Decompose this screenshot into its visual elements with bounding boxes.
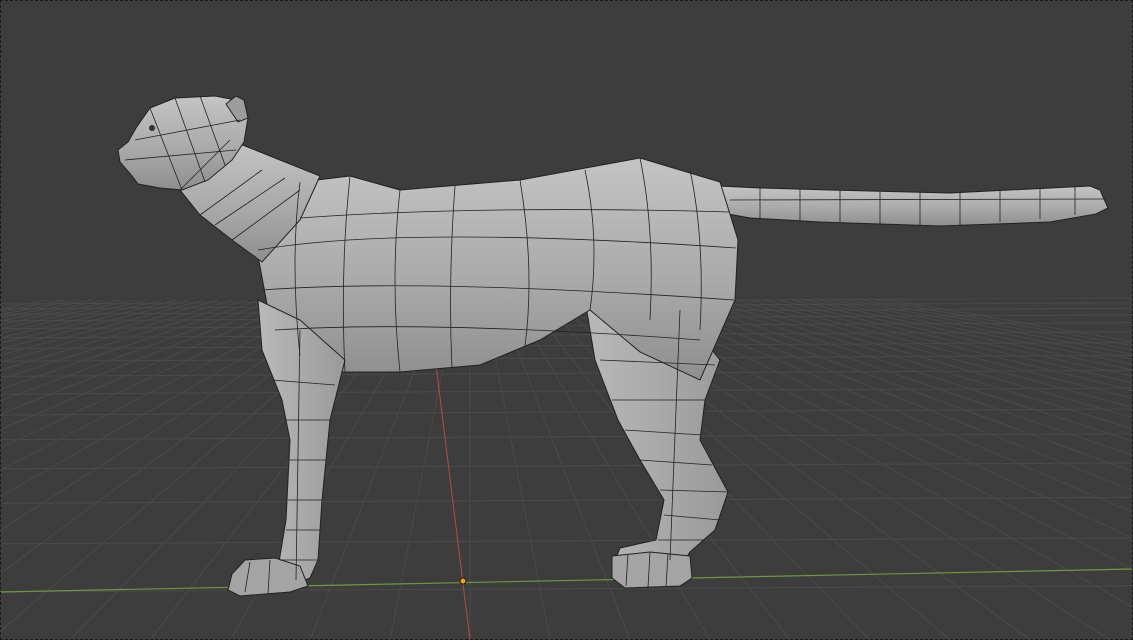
grid-line [0,496,1133,504]
grid-line [875,299,1133,347]
grid-line [0,369,1133,377]
grid-line [721,299,1133,419]
cheetah-mesh[interactable] [117,95,1109,597]
grid-line [819,299,1133,366]
3d-viewport[interactable] [0,0,1133,640]
grid-line [0,342,1133,350]
grid-line [805,299,1133,371]
grid-line [0,299,233,371]
grid-line [0,408,1133,416]
grid-line [0,299,51,310]
grid-line [749,299,1133,400]
grid-line [833,299,1133,360]
grid-line [0,299,135,330]
hind-paw[interactable] [611,551,693,589]
grid-line [0,433,1133,441]
grid-line [0,299,65,312]
grid-line [0,462,1133,470]
tail[interactable] [717,185,1109,227]
eye [149,125,155,131]
grid-line [735,299,1133,409]
grid-line [0,537,1133,545]
viewport-canvas[interactable] [0,0,1133,640]
grid-line [0,331,1133,339]
grid-line [889,299,1133,343]
grid-line [0,299,121,326]
y-axis-line [435,364,471,640]
origin-point [459,577,467,585]
grid-line [0,299,219,363]
